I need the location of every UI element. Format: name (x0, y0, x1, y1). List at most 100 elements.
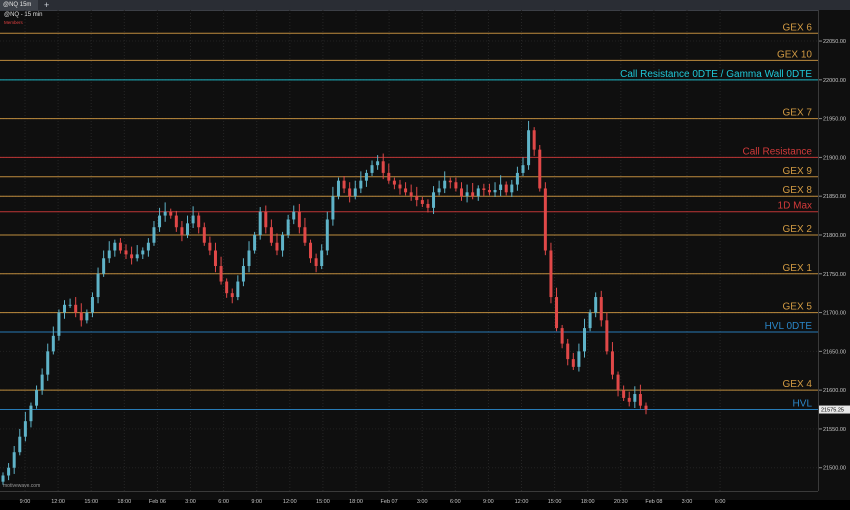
candle-76 (426, 199, 430, 213)
level-label-1: GEX 10 (777, 49, 812, 60)
candle-59 (331, 186, 335, 226)
candle-86 (482, 183, 486, 197)
tab-nq-15m[interactable]: @NQ 15m (0, 0, 38, 10)
level-label-3: GEX 7 (783, 108, 813, 119)
candle-body (560, 328, 564, 344)
candle-body (35, 390, 39, 406)
candle-57 (320, 244, 324, 270)
candle-body (644, 405, 648, 410)
candle-body (236, 281, 240, 298)
level-label-9: GEX 1 (783, 263, 813, 274)
candle-7 (40, 368, 44, 395)
candle-body (387, 172, 391, 181)
candle-52 (292, 205, 296, 225)
candle-body (18, 436, 22, 453)
candle-33 (186, 215, 190, 239)
candle-body (448, 180, 452, 183)
current-price-label: 21575.25 (821, 408, 844, 414)
candle-45 (253, 231, 257, 254)
candle-body (482, 188, 486, 190)
candle-body (538, 149, 542, 189)
x-axis[interactable]: 9:00 12:00 15:00 18:00 Feb 06 3:00 6:00 9:00 12:… (0, 491, 818, 505)
candle-18 (102, 250, 106, 277)
y-tick-label: 21900.00 (823, 155, 846, 161)
candle-61 (342, 176, 346, 194)
candle-body (605, 320, 609, 352)
candle-body (364, 172, 368, 181)
candle-90 (504, 181, 508, 196)
candle-body (57, 312, 61, 336)
candle-body (381, 161, 385, 173)
candle-body (459, 188, 463, 197)
candle-body (253, 234, 257, 251)
candle-82 (459, 182, 463, 201)
candle-body (571, 359, 575, 367)
candle-38 (213, 242, 217, 273)
plot-area[interactable]: GEX 6 GEX 10 Call Resistance 0DTE / Gamma … (0, 10, 818, 491)
add-tab-button[interactable]: + (44, 0, 49, 10)
candle-44 (247, 241, 251, 273)
candle-2 (12, 446, 16, 474)
candle-body (40, 374, 44, 391)
candle-1 (7, 463, 11, 481)
candle-27 (152, 221, 156, 246)
level-label-0: GEX 6 (783, 22, 813, 33)
candle-114 (638, 384, 642, 409)
candle-47 (264, 205, 268, 234)
candle-110 (616, 371, 620, 397)
candle-91 (510, 179, 514, 197)
candle-body (174, 215, 178, 228)
candle-body (169, 211, 173, 216)
candle-body (331, 196, 335, 220)
candle-body (63, 304, 67, 313)
candle-body (230, 293, 234, 298)
candle-17 (96, 267, 100, 304)
candle-25 (141, 247, 145, 260)
candle-body (599, 297, 603, 321)
candle-body (241, 266, 245, 282)
candle-43 (241, 258, 245, 287)
candle-50 (281, 231, 285, 257)
candle-body (163, 211, 167, 216)
candle-85 (476, 185, 480, 201)
candle-115 (644, 402, 648, 415)
candle-62 (348, 182, 352, 203)
candle-37 (208, 236, 212, 256)
candle-13 (74, 297, 78, 318)
y-tick-label: 21700.00 (823, 311, 846, 317)
candle-26 (146, 238, 150, 257)
candle-54 (303, 217, 307, 246)
candle-10 (57, 309, 61, 341)
candle-body (359, 180, 363, 189)
candle-49 (275, 233, 279, 256)
candle-73 (409, 184, 413, 201)
candle-31 (174, 210, 178, 232)
y-axis-ticks: 21500.00 21550.00 21600.00 21650.00 21700.00… (819, 39, 850, 472)
candle-46 (258, 207, 262, 240)
candle-body (376, 161, 380, 166)
y-axis[interactable]: 21500.00 21550.00 21600.00 21650.00 21700.00… (818, 10, 850, 491)
candle-body (616, 374, 620, 391)
y-tick-label: 21750.00 (823, 272, 846, 278)
candle-95 (532, 127, 536, 156)
candle-body (610, 351, 614, 375)
study-name: Members (4, 20, 23, 25)
candle-body (320, 250, 324, 267)
candle-14 (79, 303, 83, 327)
candle-83 (465, 184, 469, 203)
candle-21 (118, 238, 122, 254)
candle-40 (225, 278, 229, 298)
candle-body (622, 390, 626, 398)
candle-body (197, 215, 201, 228)
candle-105 (588, 309, 592, 332)
candle-body (566, 343, 570, 360)
candle-23 (130, 246, 134, 265)
level-label-8: GEX 2 (783, 224, 813, 235)
candle-65 (364, 169, 368, 187)
candle-body (275, 242, 279, 251)
candle-body (627, 397, 631, 402)
candle-72 (404, 182, 408, 196)
y-tick-label: 21600.00 (823, 388, 846, 394)
candle-body (437, 188, 441, 193)
candle-92 (515, 166, 519, 191)
